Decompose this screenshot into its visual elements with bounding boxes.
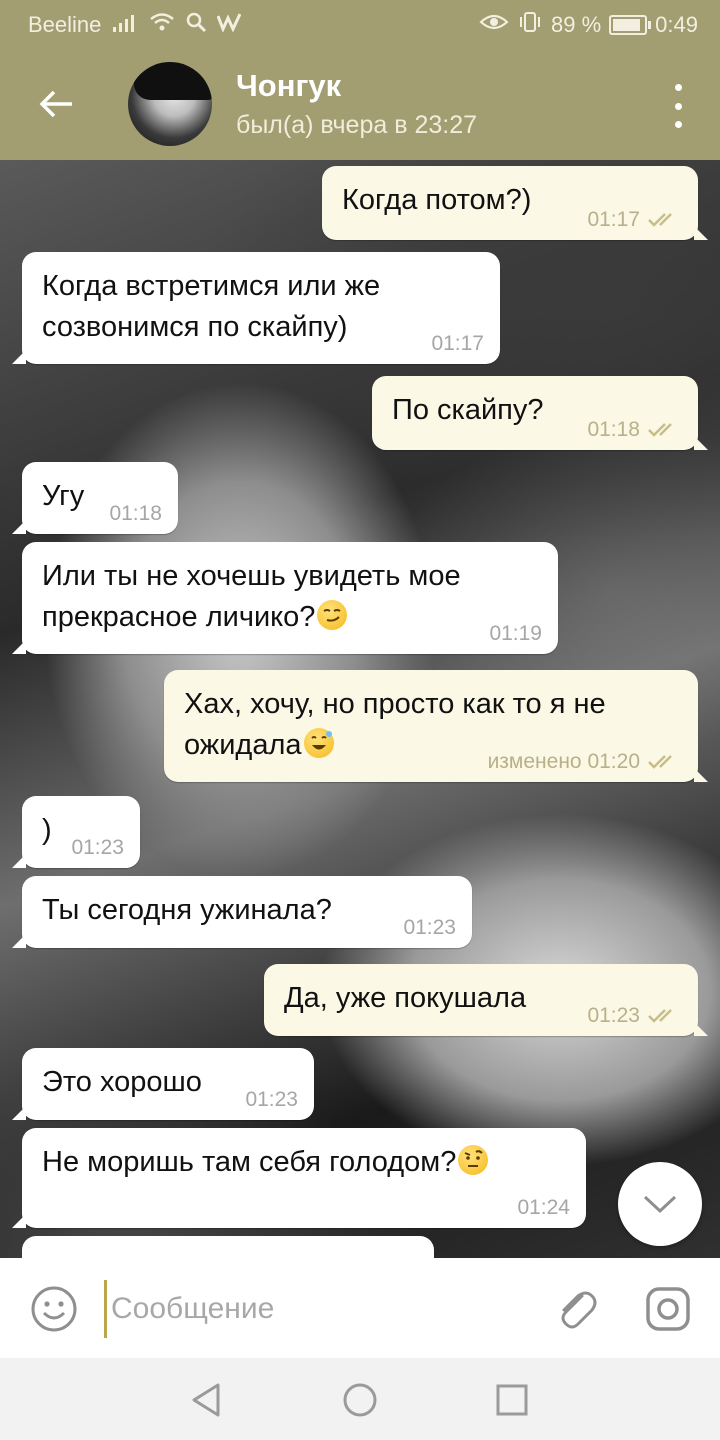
carrier-name: Beeline [28,12,102,37]
contact-name[interactable]: Чонгук [236,68,341,104]
eye-icon [479,12,509,38]
message-time: 01:23 [403,916,456,939]
message-bubble-outgoing[interactable]: Да, уже покушала 01:23 [264,964,708,1036]
attach-button[interactable] [552,1284,600,1332]
message-list[interactable]: Когда потом?) 01:17 Когда встретимся или… [0,160,720,1258]
scroll-down-button[interactable] [618,1162,702,1246]
double-check-icon [648,1009,672,1023]
status-bar: Beeline 89 % 0:49 [0,0,720,48]
message-time: 01:18 [587,418,640,441]
signal-icon [111,13,139,38]
message-text: созвонимся по скайпу) [42,311,348,343]
message-time: 01:23 [587,1004,640,1027]
message-bubble-outgoing[interactable]: Хах, хочу, но просто как то я не ожидала… [164,670,708,782]
nav-back-button[interactable] [188,1380,228,1420]
message-bubble-incoming[interactable]: Или ты не хочешь увидеть мое прекрасное … [12,542,558,654]
dot-icon [674,102,682,110]
message-bubble-incoming[interactable]: ) 01:23 [12,796,140,868]
message-time: 01:17 [587,208,640,231]
paperclip-icon [561,1291,597,1329]
message-text: Или ты не хочешь увидеть мое [42,560,461,592]
message-time: 01:19 [489,622,542,645]
message-text: ожидала [184,729,302,761]
app-notification-icon [216,12,242,38]
message-bubble-incoming[interactable]: Не моришь там себя голодом? 01:24 [12,1128,586,1228]
message-time: 01:17 [431,332,484,355]
message-bubble-incoming[interactable]: Это хорошо 01:23 [12,1048,314,1120]
message-bubble-incoming[interactable] [22,1236,434,1258]
message-text: ) [42,814,52,846]
message-text: прекрасное личико? [42,601,316,633]
message-text: По скайпу? [392,394,544,426]
message-text: Да, уже покушала [284,982,527,1014]
dot-icon [674,84,682,91]
circle-icon [343,1383,377,1417]
search-icon [185,11,207,39]
back-button[interactable] [30,78,82,130]
message-time: 01:18 [109,502,162,525]
battery-level-fill [613,19,641,31]
contact-status: был(а) вчера в 23:27 [236,111,478,139]
message-text: Когда встретимся или же [42,270,381,302]
camera-button[interactable] [644,1285,692,1333]
vibrate-icon [517,11,543,39]
nav-home-button[interactable] [340,1380,380,1420]
dot-icon [674,121,682,128]
message-text: Это хорошо [42,1066,202,1098]
message-text: Хах, хочу, но просто как то я не [184,688,606,720]
double-check-icon [648,423,672,437]
message-bubble-outgoing[interactable]: По скайпу? 01:18 [372,376,708,450]
message-text: Угу [42,480,85,512]
system-navigation-bar [0,1358,720,1440]
more-options-button[interactable] [666,84,690,128]
double-check-icon [648,755,672,769]
avatar[interactable] [128,62,212,146]
battery-icon [609,15,652,35]
message-text: Не моришь там себя голодом? [42,1146,457,1178]
camera-icon [646,1287,690,1331]
smiley-icon [31,1286,77,1332]
double-check-icon [648,213,672,227]
nav-recent-button[interactable] [492,1380,532,1420]
chat-header: Чонгук был(а) вчера в 23:27 [0,48,720,160]
wifi-icon [149,12,175,38]
clock: 0:49 [655,12,698,37]
smirking-face-icon [317,600,348,630]
message-composer [0,1258,720,1358]
message-bubble-outgoing[interactable]: Когда потом?) 01:17 [322,166,708,240]
message-time: 01:23 [71,836,124,859]
message-time: 01:23 [245,1088,298,1111]
message-input[interactable] [104,1280,533,1338]
message-bubble-incoming[interactable]: Угу 01:18 [12,462,178,534]
square-icon [496,1384,528,1416]
message-bubble-incoming[interactable]: Когда встретимся или же созвонимся по ск… [12,252,500,364]
message-text: Ты сегодня ужинала? [42,894,332,926]
grinning-face-with-sweat-icon [303,728,334,758]
arrow-left-icon [39,90,72,118]
message-text: Когда потом?) [342,184,532,216]
message-bubble-incoming[interactable]: Ты сегодня ужинала? 01:23 [12,876,472,948]
chevron-down-icon [643,1195,677,1214]
face-with-raised-eyebrow-icon [458,1145,489,1175]
message-time: изменено 01:20 [487,750,640,773]
emoji-button[interactable] [30,1285,78,1333]
battery-percent: 89 % [551,12,602,37]
message-time: 01:24 [517,1196,570,1219]
triangle-left-icon [192,1383,220,1417]
